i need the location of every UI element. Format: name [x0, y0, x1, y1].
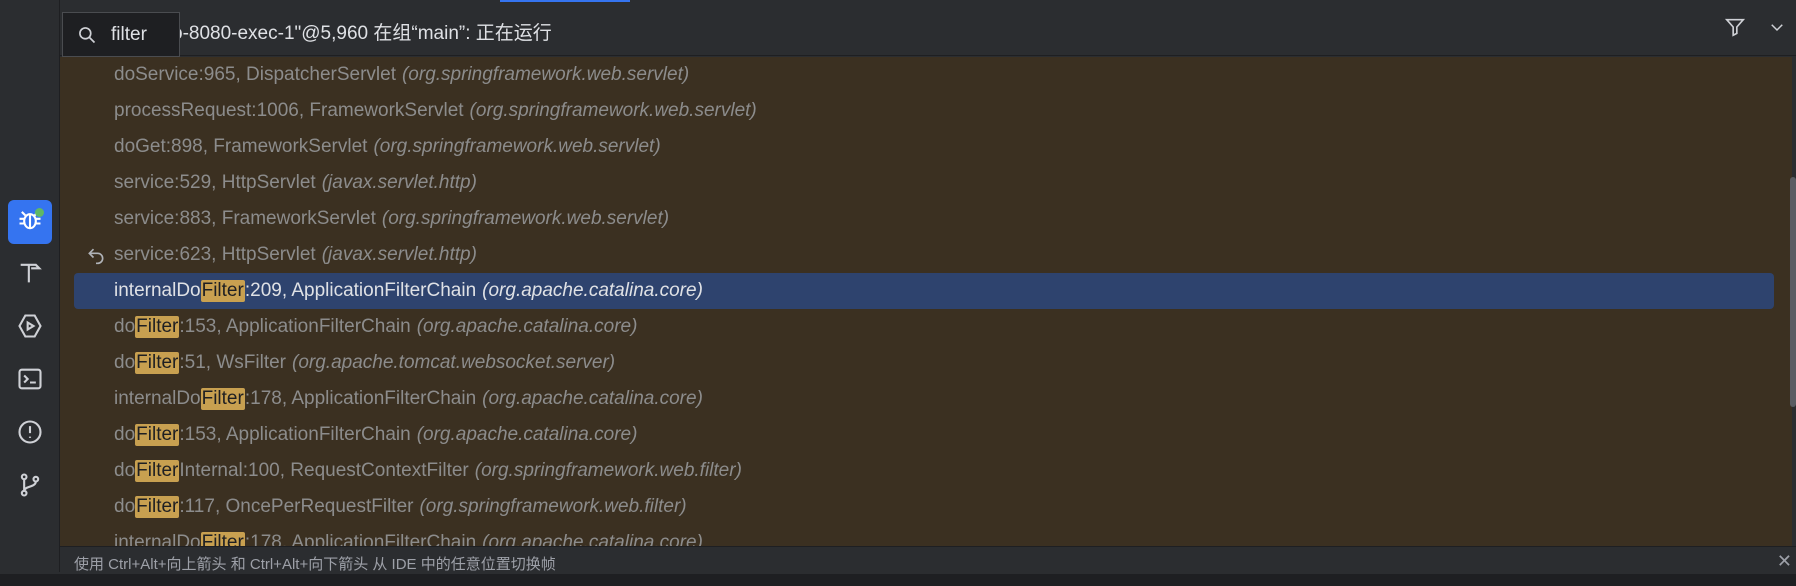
frame-row[interactable]: service:529, HttpServlet (javax.servlet.h…: [74, 165, 1774, 201]
frame-method: doGet:898, FrameworkServlet: [114, 136, 368, 157]
hammer-icon: [16, 259, 44, 292]
terminal-icon: [16, 365, 44, 398]
frame-package: (org.springframework.web.servlet): [373, 136, 661, 157]
frame-method: do: [114, 352, 136, 373]
frame-location: :153, ApplicationFilterChain: [179, 424, 411, 445]
search-match-highlight: Filter: [135, 352, 180, 374]
debug-tool-button[interactable]: [8, 200, 52, 244]
frame-row[interactable]: do Filter:51, WsFilter (org.apache.tomcat.…: [74, 345, 1774, 381]
search-match-highlight: Filter: [135, 496, 180, 518]
frame-package: (org.apache.catalina.core): [482, 388, 703, 409]
frame-location: Internal:100, RequestContextFilter: [179, 460, 469, 481]
navigation-hint: 使用 Ctrl+Alt+向上箭头 和 Ctrl+Alt+向下箭头 从 IDE 中…: [74, 556, 556, 573]
search-match-highlight: Filter: [135, 460, 180, 482]
frame-row[interactable]: do Filter:117, OncePerRequestFilter (org.s…: [74, 489, 1774, 525]
frame-location: :209, ApplicationFilterChain: [244, 280, 477, 301]
frame-package: (org.springframework.web.filter): [419, 496, 687, 517]
frame-package: (org.apache.catalina.core): [482, 280, 703, 301]
frame-method: service:623, HttpServlet: [114, 244, 316, 265]
search-match-highlight: Filter: [200, 388, 245, 410]
frame-method: do: [114, 496, 136, 517]
frame-package: (org.springframework.web.servlet): [469, 100, 757, 121]
search-input[interactable]: [111, 23, 171, 46]
frame-location: :153, ApplicationFilterChain: [179, 316, 411, 337]
frames-header: o-8080-exec-1"@5,960 在组“main”: 正在运行: [60, 4, 1796, 57]
frame-method: processRequest:1006, FrameworkServlet: [114, 100, 464, 121]
search-popup[interactable]: [62, 12, 180, 57]
return-arrow-icon: [86, 245, 106, 271]
frame-row[interactable]: do Filter Internal:100, RequestContextFilt…: [74, 453, 1774, 489]
frame-method: do: [114, 424, 136, 445]
filter-icon[interactable]: [1724, 16, 1746, 38]
frame-row[interactable]: processRequest:1006, FrameworkServlet (or…: [74, 93, 1774, 129]
thread-selector[interactable]: o-8080-exec-1"@5,960 在组“main”: 正在运行: [172, 18, 552, 45]
frame-row[interactable]: service:623, HttpServlet (javax.servlet.h…: [74, 237, 1774, 273]
active-tab-indicator: [500, 0, 630, 2]
frame-row[interactable]: service:883, FrameworkServlet (org.spring…: [74, 201, 1774, 237]
terminal-tool-button[interactable]: [8, 359, 52, 403]
problems-tool-button[interactable]: [8, 412, 52, 456]
frame-package: (org.springframework.web.filter): [474, 460, 742, 481]
frames-footer: 使用 Ctrl+Alt+向上箭头 和 Ctrl+Alt+向下箭头 从 IDE 中…: [60, 546, 1796, 574]
frame-package: (org.apache.catalina.core): [482, 532, 703, 546]
running-status-dot: [35, 208, 44, 217]
frame-method: internalDo: [114, 532, 201, 546]
tool-window-strip: [0, 0, 60, 572]
frames-list: doService:965, DispatcherServlet (org.spr…: [60, 57, 1792, 546]
problems-icon: [16, 418, 44, 451]
frame-package: (org.apache.catalina.core): [416, 424, 638, 445]
build-tool-button[interactable]: [8, 253, 52, 297]
debugger-window: o-8080-exec-1"@5,960 在组“main”: 正在运行 filt…: [0, 0, 1796, 586]
frame-row[interactable]: internalDo Filter:178, ApplicationFilterC…: [74, 381, 1774, 417]
frame-row[interactable]: do Filter:153, ApplicationFilterChain (org…: [74, 309, 1774, 345]
git-branch-icon: [16, 471, 44, 504]
search-match-highlight: Filter: [135, 424, 180, 446]
frame-package: (org.apache.tomcat.websocket.server): [292, 352, 616, 373]
close-icon[interactable]: ✕: [1777, 551, 1792, 572]
search-match-highlight: Filter: [200, 532, 245, 546]
frame-package: (org.springframework.web.servlet): [381, 208, 670, 229]
frame-location: :178, ApplicationFilterChain: [244, 532, 477, 546]
frame-method: internalDo: [114, 280, 201, 301]
scrollbar-thumb[interactable]: [1790, 177, 1796, 407]
frame-method: do: [114, 460, 136, 481]
frame-method: service:883, FrameworkServlet: [114, 208, 376, 229]
frame-location: :51, WsFilter: [179, 352, 286, 373]
frame-package: (org.apache.catalina.core): [416, 316, 638, 337]
frame-package: (org.springframework.web.servlet): [401, 64, 690, 85]
frame-row[interactable]: do Filter:153, ApplicationFilterChain (org…: [74, 417, 1774, 453]
git-tool-button[interactable]: [8, 465, 52, 509]
chevron-down-icon[interactable]: [1768, 18, 1786, 36]
frame-row[interactable]: doGet:898, FrameworkServlet (org.springfr…: [74, 129, 1774, 165]
frame-method: doService:965, DispatcherServlet: [114, 64, 396, 85]
services-tool-button[interactable]: [8, 306, 52, 350]
search-match-highlight: Filter: [200, 280, 245, 302]
frame-package: (javax.servlet.http): [321, 172, 477, 193]
frame-row[interactable]: internalDo Filter:178, ApplicationFilterC…: [74, 525, 1774, 546]
frame-package: (javax.servlet.http): [321, 244, 477, 265]
search-match-highlight: Filter: [135, 316, 180, 338]
frame-method: service:529, HttpServlet: [114, 172, 316, 193]
frame-method: internalDo: [114, 388, 201, 409]
frame-location: :178, ApplicationFilterChain: [244, 388, 477, 409]
frame-method: do: [114, 316, 136, 337]
frames-scrollbar[interactable]: [1790, 57, 1796, 546]
search-icon: [63, 25, 111, 45]
frame-row[interactable]: internalDo Filter:209, ApplicationFilterC…: [74, 273, 1774, 309]
bottom-edge: [0, 574, 1796, 586]
frame-location: :117, OncePerRequestFilter: [179, 496, 414, 517]
frame-row[interactable]: doService:965, DispatcherServlet (org.spr…: [74, 57, 1774, 93]
services-icon: [16, 312, 44, 345]
